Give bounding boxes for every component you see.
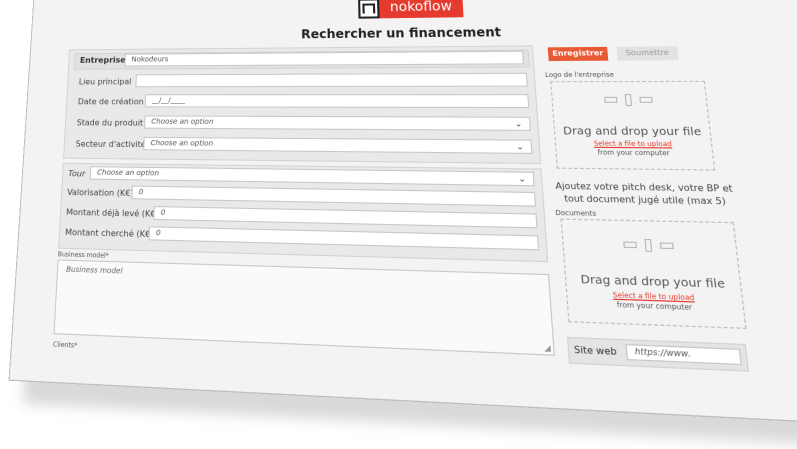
- entreprise-input[interactable]: Nokodeurs: [124, 51, 524, 67]
- submit-button[interactable]: Soumettre: [616, 46, 678, 60]
- brand-logo: nokoflow: [358, 0, 463, 19]
- secteur-label: Secteur d'activité: [75, 139, 146, 149]
- documents-label: Documents: [555, 209, 596, 218]
- upload-icons: ▭ ▯ ▭: [552, 91, 707, 109]
- documents-dropzone[interactable]: ▭ ▯ ▭ Drag and drop your file Select a f…: [561, 219, 747, 329]
- website-input[interactable]: https://www.: [625, 344, 741, 365]
- brand-name: nokoflow: [379, 0, 463, 18]
- image-icon: ▭: [621, 235, 639, 254]
- logo-upload-label: Logo de l'entreprise: [545, 71, 614, 79]
- logo-drop-title: Drag and drop your file: [555, 126, 711, 139]
- website-row: Site web https://www.: [567, 337, 749, 372]
- file-icon: ▯: [643, 235, 654, 254]
- entreprise-label: Entreprise: [80, 56, 126, 65]
- chevron-down-icon: ⌄: [514, 118, 522, 130]
- business-model-label: Business model*: [58, 251, 109, 260]
- file-icon: ▯: [623, 91, 634, 108]
- upload-icons: ▭ ▯ ▭: [563, 234, 737, 257]
- logo-mark-icon: [358, 0, 380, 19]
- page-title: Rechercher un financement: [31, 21, 797, 44]
- logo-dropzone[interactable]: ▭ ▯ ▭ Drag and drop your file Select a f…: [550, 81, 715, 171]
- image-icon: ▭: [602, 91, 619, 108]
- lieu-label: Lieu principal: [79, 77, 132, 86]
- chevron-down-icon: ⌄: [516, 141, 525, 153]
- save-button[interactable]: Enregistrer: [548, 47, 609, 61]
- clients-label: Clients*: [53, 341, 78, 350]
- valorisation-label: Valorisation (K€): [67, 188, 134, 199]
- screenshot-scene: nokoflow Rechercher un financement Entre…: [0, 0, 797, 400]
- stade-label: Stade du produit: [77, 118, 144, 127]
- logo-drop-subtitle: from your computer: [556, 149, 712, 158]
- website-label: Site web: [574, 344, 618, 357]
- logo-select-file-link[interactable]: Select a file to upload: [556, 140, 712, 149]
- pitch-instructions: Ajoutez votre pitch desk, votre BP et to…: [553, 180, 737, 208]
- secteur-select-value: Choose an option: [150, 139, 213, 148]
- stade-select-value: Choose an option: [151, 117, 213, 125]
- tour-label: Tour: [68, 169, 86, 179]
- lieu-input[interactable]: [135, 73, 527, 87]
- business-model-textarea[interactable]: Business model ◢: [54, 259, 555, 355]
- folder-icon: ▭: [637, 91, 654, 109]
- business-model-placeholder: Business model: [66, 265, 123, 275]
- folder-icon: ▭: [658, 236, 676, 255]
- tour-select-value: Choose an option: [97, 168, 159, 177]
- resize-handle-icon[interactable]: ◢: [544, 343, 551, 353]
- stade-select[interactable]: Choose an option ⌄: [144, 115, 531, 130]
- form-card: nokoflow Rechercher un financement Entre…: [9, 0, 797, 426]
- chevron-down-icon: ⌄: [518, 173, 527, 185]
- documents-drop-title: Drag and drop your file: [566, 273, 741, 292]
- date-input[interactable]: __/__/____: [145, 94, 530, 108]
- montant-leve-label: Montant déjà levé (K€): [66, 207, 159, 219]
- date-label: Date de création: [78, 97, 144, 106]
